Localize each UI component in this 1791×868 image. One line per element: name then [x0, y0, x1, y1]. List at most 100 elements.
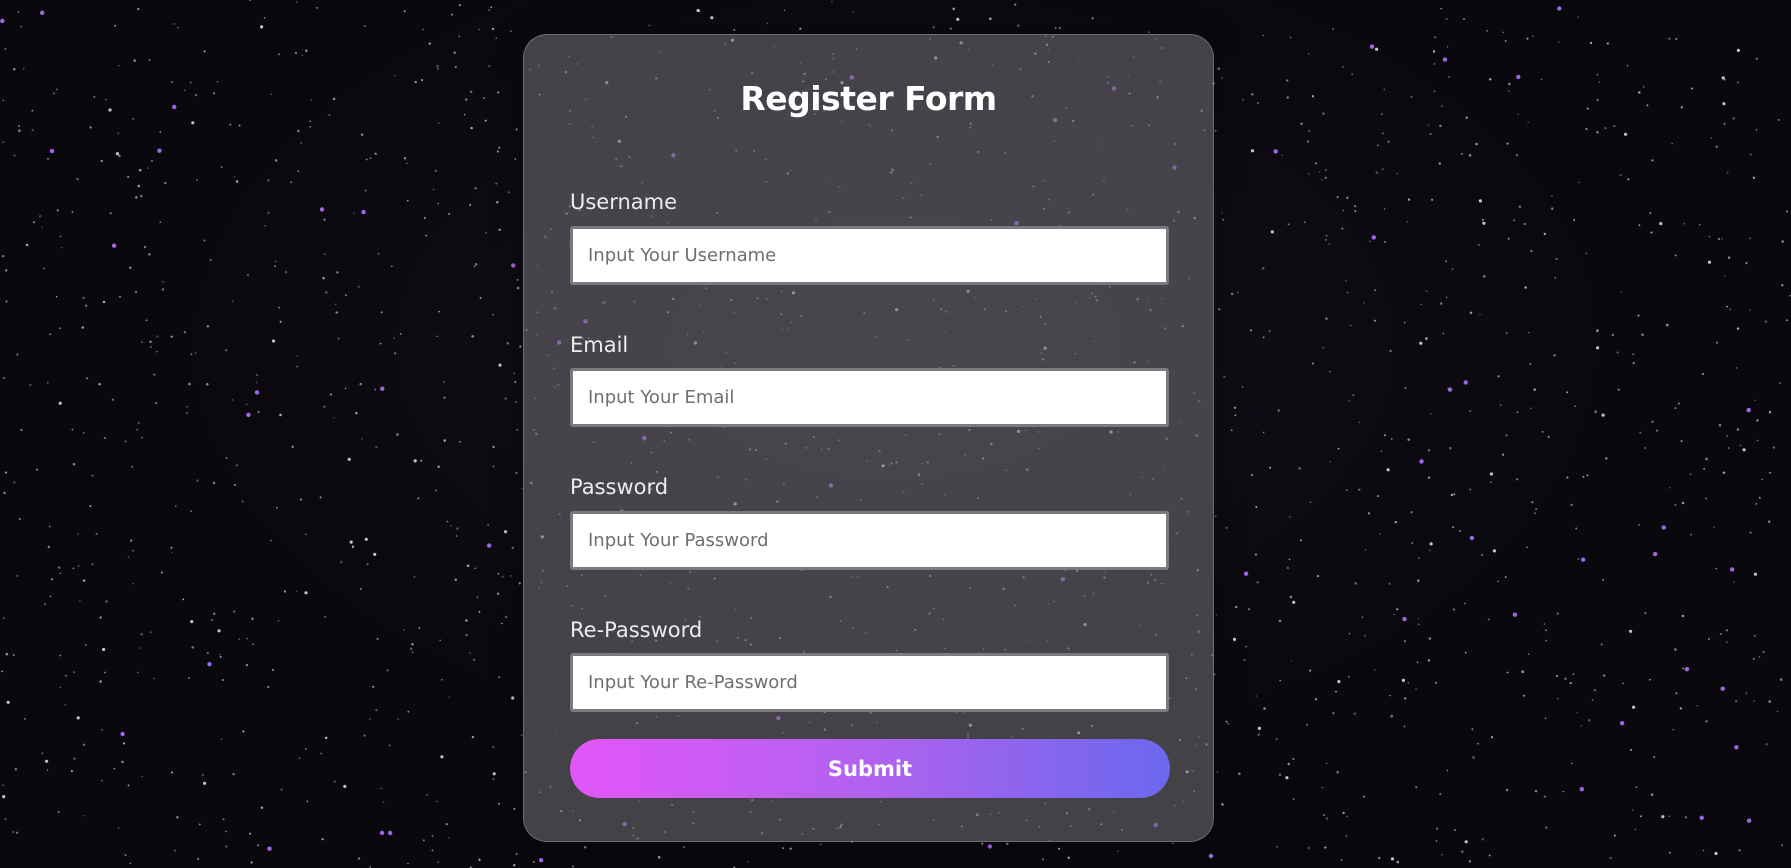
- star: [1698, 224, 1701, 226]
- star: [466, 564, 470, 567]
- star: [949, 27, 952, 30]
- star: [1666, 323, 1669, 327]
- star: [1358, 488, 1361, 491]
- star: [1530, 249, 1533, 253]
- star: [229, 123, 232, 126]
- star: [1517, 113, 1520, 116]
- star: [1671, 142, 1674, 145]
- star: [1722, 102, 1726, 106]
- star: [5, 269, 8, 272]
- star: [1278, 773, 1282, 776]
- star: [31, 128, 34, 132]
- star: [403, 629, 405, 631]
- star: [1430, 413, 1432, 415]
- star: [1, 255, 5, 258]
- star: [1250, 149, 1255, 153]
- star: [1504, 40, 1507, 43]
- star: [492, 778, 495, 780]
- star: [1471, 728, 1474, 731]
- star: [256, 844, 260, 847]
- star: [1632, 353, 1634, 355]
- star: [1316, 575, 1319, 578]
- star: [56, 209, 59, 212]
- star: [329, 393, 333, 396]
- star: [111, 398, 115, 402]
- star: [47, 545, 50, 549]
- star: [13, 481, 16, 484]
- star: [474, 262, 478, 266]
- star: [1277, 409, 1280, 412]
- star: [1617, 388, 1620, 391]
- star: [516, 286, 520, 290]
- submit-button[interactable]: Submit: [570, 739, 1170, 798]
- star: [1290, 660, 1293, 662]
- star: [952, 7, 955, 11]
- star: [1786, 319, 1788, 322]
- star: [143, 245, 147, 249]
- username-input[interactable]: [570, 226, 1169, 285]
- star: [1601, 413, 1605, 417]
- star: [1746, 407, 1751, 413]
- star: [1764, 320, 1768, 323]
- star: [1445, 296, 1448, 299]
- star: [382, 801, 385, 803]
- star: [147, 167, 149, 169]
- star: [1720, 686, 1725, 691]
- star: [1348, 399, 1351, 402]
- star: [203, 781, 207, 785]
- re-password-input[interactable]: [570, 653, 1169, 712]
- star: [1512, 612, 1518, 617]
- star: [316, 6, 319, 9]
- star: [458, 35, 461, 38]
- star: [411, 642, 414, 646]
- email-input[interactable]: [570, 368, 1169, 427]
- star: [1459, 530, 1461, 532]
- star: [1564, 677, 1567, 680]
- star: [1461, 152, 1463, 155]
- star: [42, 267, 45, 270]
- star: [1325, 317, 1328, 320]
- star: [504, 397, 507, 400]
- password-input[interactable]: [570, 511, 1169, 570]
- star: [274, 265, 277, 268]
- star: [438, 310, 441, 313]
- star: [437, 465, 440, 469]
- star: [455, 535, 458, 537]
- star: [23, 67, 25, 70]
- star: [95, 532, 98, 535]
- star: [1752, 657, 1755, 660]
- star: [1727, 447, 1730, 449]
- star: [1768, 520, 1771, 523]
- star: [1634, 828, 1637, 831]
- star: [512, 863, 516, 867]
- star: [225, 457, 228, 459]
- star: [1438, 162, 1442, 165]
- star: [13, 68, 16, 71]
- star: [1577, 16, 1579, 18]
- star: [65, 674, 67, 677]
- star: [488, 65, 491, 68]
- star: [472, 658, 476, 661]
- star: [363, 24, 366, 28]
- star: [1273, 149, 1278, 154]
- star: [369, 157, 372, 160]
- re-password-label: Re-Password: [570, 618, 703, 642]
- star: [1445, 260, 1447, 263]
- star: [207, 662, 212, 667]
- star: [1611, 333, 1614, 337]
- star: [127, 784, 130, 787]
- star: [532, 860, 536, 864]
- star: [1404, 387, 1407, 389]
- star: [1311, 95, 1315, 98]
- star: [1465, 116, 1468, 119]
- star: [498, 363, 502, 367]
- star: [497, 572, 500, 575]
- star: [373, 552, 377, 557]
- star: [43, 602, 47, 606]
- star: [498, 676, 501, 679]
- form-title: Register Form: [740, 79, 997, 118]
- star: [989, 17, 992, 21]
- star: [212, 612, 216, 616]
- star: [369, 718, 371, 720]
- star: [1543, 232, 1547, 236]
